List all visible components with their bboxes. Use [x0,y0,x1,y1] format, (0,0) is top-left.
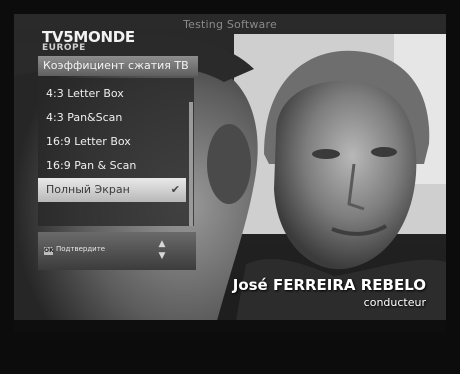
menu-item-4-3-letter-box[interactable]: 4:3 Letter Box [38,82,186,106]
checkmark-icon: ✔ [170,183,180,196]
menu-item-label: Полный Экран [46,183,130,196]
up-down-arrows-icon: ▲ ▼ [158,239,166,261]
menu-item-full-screen[interactable]: Полный Экран ✔ [38,178,186,202]
menu-item-16-9-pan-scan[interactable]: 16:9 Pan & Scan [38,154,186,178]
menu-list: 4:3 Letter Box 4:3 Pan&Scan 16:9 Letter … [38,78,194,226]
scrollbar[interactable] [189,102,193,226]
menu-item-16-9-letter-box[interactable]: 16:9 Letter Box [38,130,186,154]
tv-screen: Testing Software TV5MONDE EUROPE Коэффиц… [14,14,446,332]
menu-item-4-3-pan-scan[interactable]: 4:3 Pan&Scan [38,106,186,130]
caption-name: José FERREIRA REBELO [232,276,426,294]
aspect-ratio-menu: Коэффициент сжатия ТВ 4:3 Letter Box 4:3… [38,56,198,272]
ok-key-icon: OK [44,247,54,255]
menu-footer: OK Подтвердите ▲ ▼ [38,232,196,270]
confirm-label: Подтвердите [56,245,106,253]
caption-role: conducteur [363,296,426,309]
channel-logo: TV5MONDE EUROPE [42,30,135,53]
menu-title: Коэффициент сжатия ТВ [38,56,198,76]
